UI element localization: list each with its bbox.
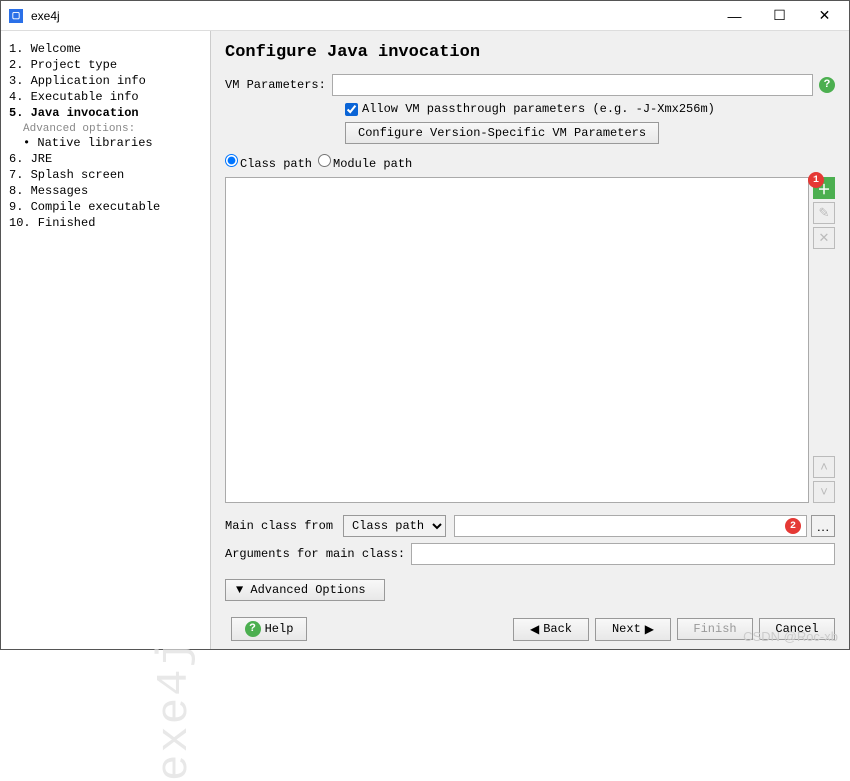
advanced-options-row: ▼ Advanced Options [225,579,835,601]
next-button[interactable]: Next ▶ [595,618,671,641]
sidebar-item-messages[interactable]: 8. Messages [9,183,202,199]
sidebar-watermark: exe4j [150,639,200,781]
mainclass-input[interactable] [454,515,807,537]
mainclass-from-select[interactable]: Class path [343,515,446,537]
help-button[interactable]: ?Help [231,617,307,641]
help-icon[interactable]: ? [819,77,835,93]
maximize-button[interactable]: ☐ [757,2,802,30]
mainclass-browse-button[interactable]: … [811,515,835,537]
add-entry-button[interactable]: ＋ 1 [813,177,835,199]
args-label: Arguments for main class: [225,547,405,561]
close-button[interactable]: ✕ [802,2,847,30]
cancel-button[interactable]: Cancel [759,618,835,640]
allow-passthrough-label: Allow VM passthrough parameters (e.g. -J… [362,102,715,116]
sidebar-item-compile-executable[interactable]: 9. Compile executable [9,199,202,215]
sidebar-item-java-invocation[interactable]: 5. Java invocation [9,105,202,121]
sidebar-item-project-type[interactable]: 2. Project type [9,57,202,73]
move-down-button[interactable]: ˅ [813,481,835,503]
body: 1. Welcome 2. Project type 3. Applicatio… [1,31,849,649]
callout-badge-2: 2 [785,518,801,534]
move-up-button[interactable]: ˄ [813,456,835,478]
sidebar-item-welcome[interactable]: 1. Welcome [9,41,202,57]
mainclass-from-label: Main class from [225,519,333,533]
remove-entry-button[interactable]: ✕ [813,227,835,249]
sidebar: 1. Welcome 2. Project type 3. Applicatio… [1,31,211,649]
finish-button[interactable]: Finish [677,618,753,640]
sidebar-item-application-info[interactable]: 3. Application info [9,73,202,89]
window-title: exe4j [31,9,712,23]
app-icon: ▢ [9,9,23,23]
classpath-listbox[interactable] [225,177,809,503]
sidebar-item-executable-info[interactable]: 4. Executable info [9,89,202,105]
allow-passthrough-row: Allow VM passthrough parameters (e.g. -J… [345,102,835,116]
classpath-radio[interactable] [225,154,238,167]
classpath-radio-wrap[interactable]: Class path [225,154,312,171]
vm-params-row: VM Parameters: ? [225,74,835,96]
sidebar-item-splash-screen[interactable]: 7. Splash screen [9,167,202,183]
titlebar: ▢ exe4j — ☐ ✕ [1,1,849,31]
minimize-button[interactable]: — [712,2,757,30]
window: ▢ exe4j — ☐ ✕ 1. Welcome 2. Project type… [0,0,850,650]
modulepath-radio-wrap[interactable]: Module path [318,154,412,171]
list-tools: ＋ 1 ✎ ✕ ˄ ˅ [809,177,835,503]
callout-badge-1: 1 [808,172,824,188]
sidebar-advanced-label: Advanced options: [9,121,202,135]
advanced-options-button[interactable]: ▼ Advanced Options [225,579,385,601]
edit-entry-button[interactable]: ✎ [813,202,835,224]
args-input[interactable] [411,543,835,565]
main-panel: Configure Java invocation VM Parameters:… [211,31,849,649]
vm-params-label: VM Parameters: [225,78,326,92]
path-radio-row: Class path Module path [225,154,835,171]
config-version-button[interactable]: Configure Version-Specific VM Parameters [345,122,659,144]
config-version-row: Configure Version-Specific VM Parameters [345,122,835,144]
sidebar-item-finished[interactable]: 10. Finished [9,215,202,231]
args-row: Arguments for main class: [225,543,835,565]
help-icon-small: ? [245,621,261,637]
footer: ?Help ◀ Back Next ▶ Finish Cancel [225,609,835,641]
sidebar-sub-native-libraries[interactable]: • Native libraries [9,135,202,151]
allow-passthrough-checkbox[interactable] [345,103,358,116]
mainclass-row: Main class from Class path 2 … [225,515,835,537]
classpath-list-wrap: ＋ 1 ✎ ✕ ˄ ˅ [225,177,835,503]
page-title: Configure Java invocation [225,43,835,62]
back-button[interactable]: ◀ Back [513,618,589,641]
sidebar-item-jre[interactable]: 6. JRE [9,151,202,167]
modulepath-radio[interactable] [318,154,331,167]
vm-params-input[interactable] [332,74,813,96]
